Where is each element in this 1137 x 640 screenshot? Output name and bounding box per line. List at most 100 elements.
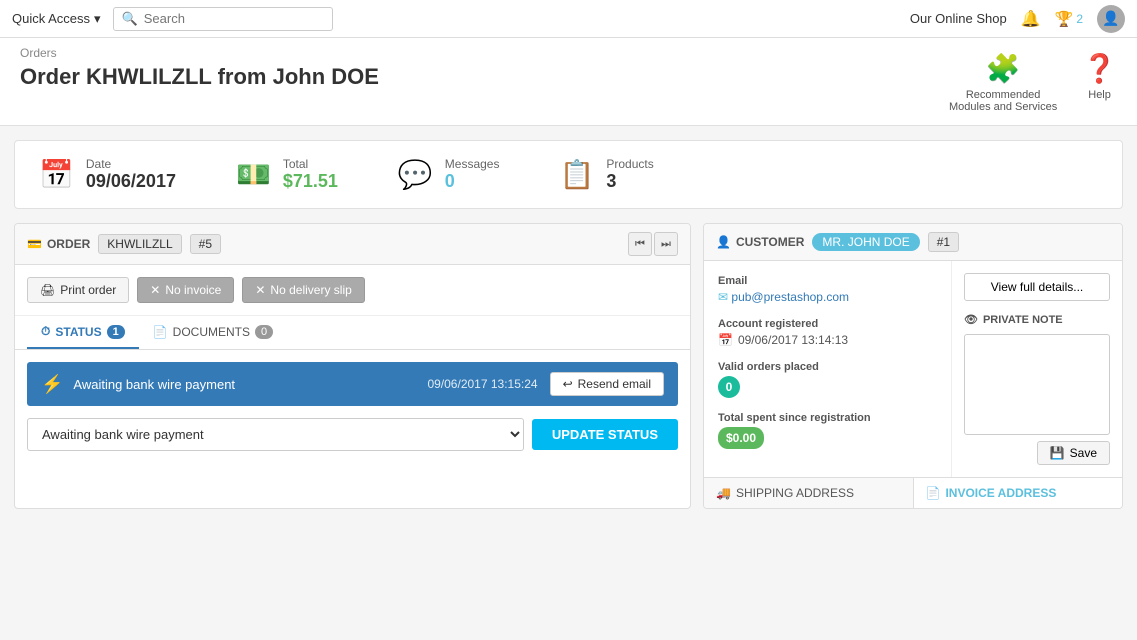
address-tabs: 🚚 SHIPPING ADDRESS 📄 INVOICE ADDRESS (704, 477, 1122, 508)
search-input[interactable] (144, 11, 324, 26)
first-order-button[interactable]: ⏮ (628, 232, 652, 256)
total-spent-label: Total spent since registration (718, 412, 937, 424)
resend-email-button[interactable]: ↩ Resend email (550, 372, 664, 396)
view-full-details-button[interactable]: View full details... (964, 273, 1110, 301)
main-content: 💳 ORDER KHWLILZLL #5 ⏮ ⏭ 🖨 Print order ✕… (14, 223, 1123, 509)
update-status-row: Awaiting bank wire payment UPDATE STATUS (27, 418, 678, 451)
status-icon: ⚡ (41, 374, 63, 395)
help-label: Help (1088, 89, 1111, 101)
messages-icon: 💬 (398, 158, 433, 191)
email-row: Email ✉ pub@prestashop.com (718, 275, 937, 304)
no-delivery-button[interactable]: ✕ No delivery slip (242, 277, 364, 303)
save-note-button[interactable]: 💾 Save (1037, 441, 1110, 465)
eye-icon: 👁 (964, 313, 978, 326)
order-label: 💳 ORDER (27, 237, 90, 251)
private-note-textarea[interactable] (964, 334, 1110, 435)
stat-date: 📅 Date 09/06/2017 (39, 157, 176, 192)
order-title-row: 💳 ORDER KHWLILZLL #5 (27, 234, 221, 254)
calendar-small-icon: 📅 (718, 333, 733, 347)
email-link[interactable]: pub@prestashop.com (731, 290, 849, 304)
recommended-modules-button[interactable]: 🧩 Recommended Modules and Services (948, 52, 1058, 113)
tab-invoice-address[interactable]: 📄 INVOICE ADDRESS (914, 478, 1123, 508)
recommended-modules-label: Recommended Modules and Services (948, 89, 1058, 113)
quick-access-menu[interactable]: Quick Access ▾ (12, 11, 101, 27)
documents-count-badge: 0 (255, 325, 273, 339)
tab-status[interactable]: ⏱ STATUS 1 (27, 316, 139, 349)
print-icon: 🖨 (40, 283, 55, 297)
stat-total: 💵 Total $71.51 (236, 157, 338, 192)
nav-right: Our Online Shop 🔔 🏆 2 👤 (910, 5, 1125, 33)
trophy-count: 2 (1076, 12, 1083, 26)
print-order-button[interactable]: 🖨 Print order (27, 277, 129, 303)
messages-label: Messages (445, 157, 500, 171)
valid-orders-row: Valid orders placed 0 (718, 361, 937, 398)
valid-orders-label: Valid orders placed (718, 361, 937, 373)
puzzle-icon: 🧩 (986, 52, 1021, 85)
status-select[interactable]: Awaiting bank wire payment (27, 418, 524, 451)
document-icon: 📄 (153, 325, 168, 339)
customer-info: Email ✉ pub@prestashop.com Account regis… (704, 261, 952, 477)
invoice-icon: 📄 (926, 486, 941, 500)
registered-value: 📅 09/06/2017 13:14:13 (718, 333, 937, 347)
breadcrumb: Orders (20, 46, 379, 60)
page-header: Orders Order KHWLILZLL from John DOE 🧩 R… (0, 38, 1137, 126)
status-tab-content: ⚡ Awaiting bank wire payment 09/06/2017 … (15, 350, 690, 463)
card-icon: 💳 (27, 237, 42, 251)
total-spent-value: $0.00 (718, 427, 937, 449)
valid-orders-value: 0 (718, 376, 937, 398)
x-icon-delivery: ✕ (255, 283, 265, 297)
customer-name-badge: MR. JOHN DOE (812, 233, 919, 251)
help-icon: ❓ (1082, 52, 1117, 85)
messages-value: 0 (445, 171, 500, 192)
trophy-icon: 🏆 (1055, 10, 1074, 28)
reply-icon: ↩ (563, 377, 573, 391)
status-text: Awaiting bank wire payment (73, 377, 427, 392)
tab-documents[interactable]: 📄 DOCUMENTS 0 (139, 316, 287, 349)
clock-icon: ⏱ (41, 324, 50, 339)
avatar-icon: 👤 (1102, 10, 1119, 27)
products-label: Products (606, 157, 653, 171)
stat-total-info: Total $71.51 (283, 157, 338, 192)
trophy-badge[interactable]: 🏆 2 (1055, 10, 1083, 28)
person-icon: 👤 (716, 235, 731, 249)
email-value: ✉ pub@prestashop.com (718, 290, 937, 304)
total-spent-row: Total spent since registration $0.00 (718, 412, 937, 449)
order-panel: 💳 ORDER KHWLILZLL #5 ⏮ ⏭ 🖨 Print order ✕… (14, 223, 691, 509)
order-id-badge: KHWLILZLL (98, 234, 181, 254)
save-icon: 💾 (1050, 446, 1065, 460)
quick-access-label: Quick Access (12, 11, 90, 26)
update-status-button[interactable]: UPDATE STATUS (532, 419, 678, 450)
header-actions: 🧩 Recommended Modules and Services ❓ Hel… (948, 46, 1117, 113)
private-note-panel: View full details... 👁 PRIVATE NOTE 💾 Sa… (952, 261, 1122, 477)
products-icon: 📋 (559, 158, 594, 191)
stat-products-info: Products 3 (606, 157, 653, 192)
stat-messages-info: Messages 0 (445, 157, 500, 192)
order-navigation: ⏮ ⏭ (628, 232, 678, 256)
header-left: Orders Order KHWLILZLL from John DOE (20, 46, 379, 90)
total-icon: 💵 (236, 158, 271, 191)
notification-bell-icon[interactable]: 🔔 (1021, 9, 1041, 29)
quick-access-caret: ▾ (94, 11, 101, 27)
no-invoice-button[interactable]: ✕ No invoice (137, 277, 234, 303)
current-status-row: ⚡ Awaiting bank wire payment 09/06/2017 … (27, 362, 678, 406)
save-btn-row: 💾 Save (964, 441, 1110, 465)
status-date: 09/06/2017 13:15:24 (427, 377, 537, 391)
order-panel-header: 💳 ORDER KHWLILZLL #5 ⏮ ⏭ (15, 224, 690, 265)
x-icon-invoice: ✕ (150, 283, 160, 297)
tab-shipping-address[interactable]: 🚚 SHIPPING ADDRESS (704, 478, 914, 508)
help-button[interactable]: ❓ Help (1082, 52, 1117, 101)
registered-row: Account registered 📅 09/06/2017 13:14:13 (718, 318, 937, 347)
truck-icon: 🚚 (716, 486, 731, 500)
last-order-button[interactable]: ⏭ (654, 232, 678, 256)
total-spent-badge: $0.00 (718, 427, 764, 449)
customer-panel-body: Email ✉ pub@prestashop.com Account regis… (704, 261, 1122, 477)
customer-panel: 👤 CUSTOMER MR. JOHN DOE #1 Email ✉ pub@p… (703, 223, 1123, 509)
top-navigation: Quick Access ▾ 🔍 Our Online Shop 🔔 🏆 2 👤 (0, 0, 1137, 38)
stat-date-info: Date 09/06/2017 (86, 157, 176, 192)
search-icon[interactable]: 🔍 (122, 11, 138, 27)
order-tabs: ⏱ STATUS 1 📄 DOCUMENTS 0 (15, 316, 690, 350)
products-value: 3 (606, 171, 653, 192)
user-avatar[interactable]: 👤 (1097, 5, 1125, 33)
stats-bar: 📅 Date 09/06/2017 💵 Total $71.51 💬 Messa… (14, 140, 1123, 209)
registered-label: Account registered (718, 318, 937, 330)
